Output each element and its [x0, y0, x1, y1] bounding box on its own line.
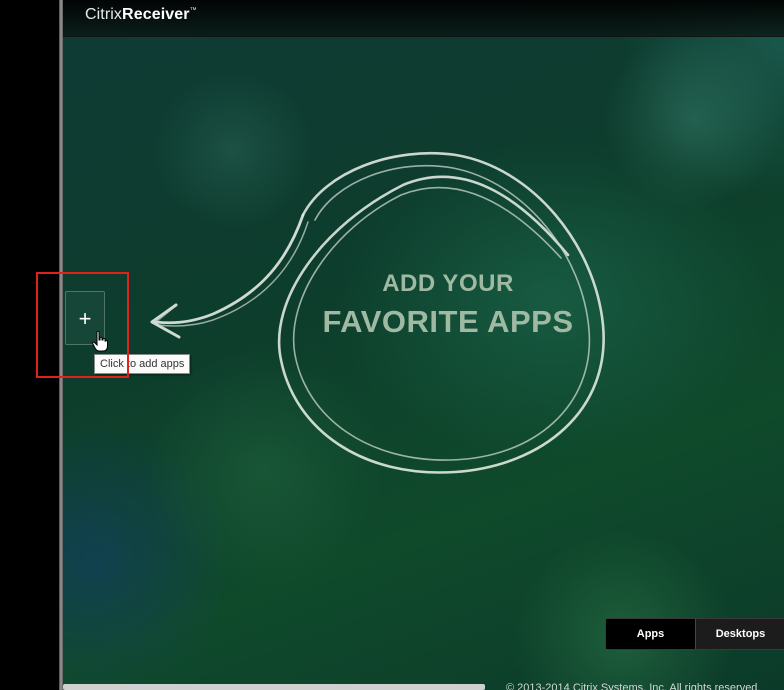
tab-desktops[interactable]: Desktops — [695, 619, 784, 649]
receiver-main-area: CitrixReceiver™ ADD YOUR FAVORITE APPS +… — [63, 0, 784, 690]
add-favorite-apps-headline: ADD YOUR FAVORITE APPS — [273, 270, 623, 340]
copyright-footer: © 2013-2014 Citrix Systems, Inc. All rig… — [506, 682, 761, 690]
add-apps-tooltip: Click to add apps — [94, 354, 191, 374]
headline-line1: ADD YOUR — [382, 270, 514, 297]
horizontal-scrollbar[interactable] — [63, 684, 485, 690]
headline-line2: FAVORITE APPS — [322, 304, 574, 339]
plus-icon: + — [78, 306, 92, 331]
tab-apps[interactable]: Apps — [606, 619, 695, 649]
hand-cursor-icon — [92, 331, 108, 352]
left-black-strip — [0, 0, 59, 690]
view-tabs: Apps Desktops — [605, 618, 784, 650]
chalk-drawing — [150, 151, 605, 474]
